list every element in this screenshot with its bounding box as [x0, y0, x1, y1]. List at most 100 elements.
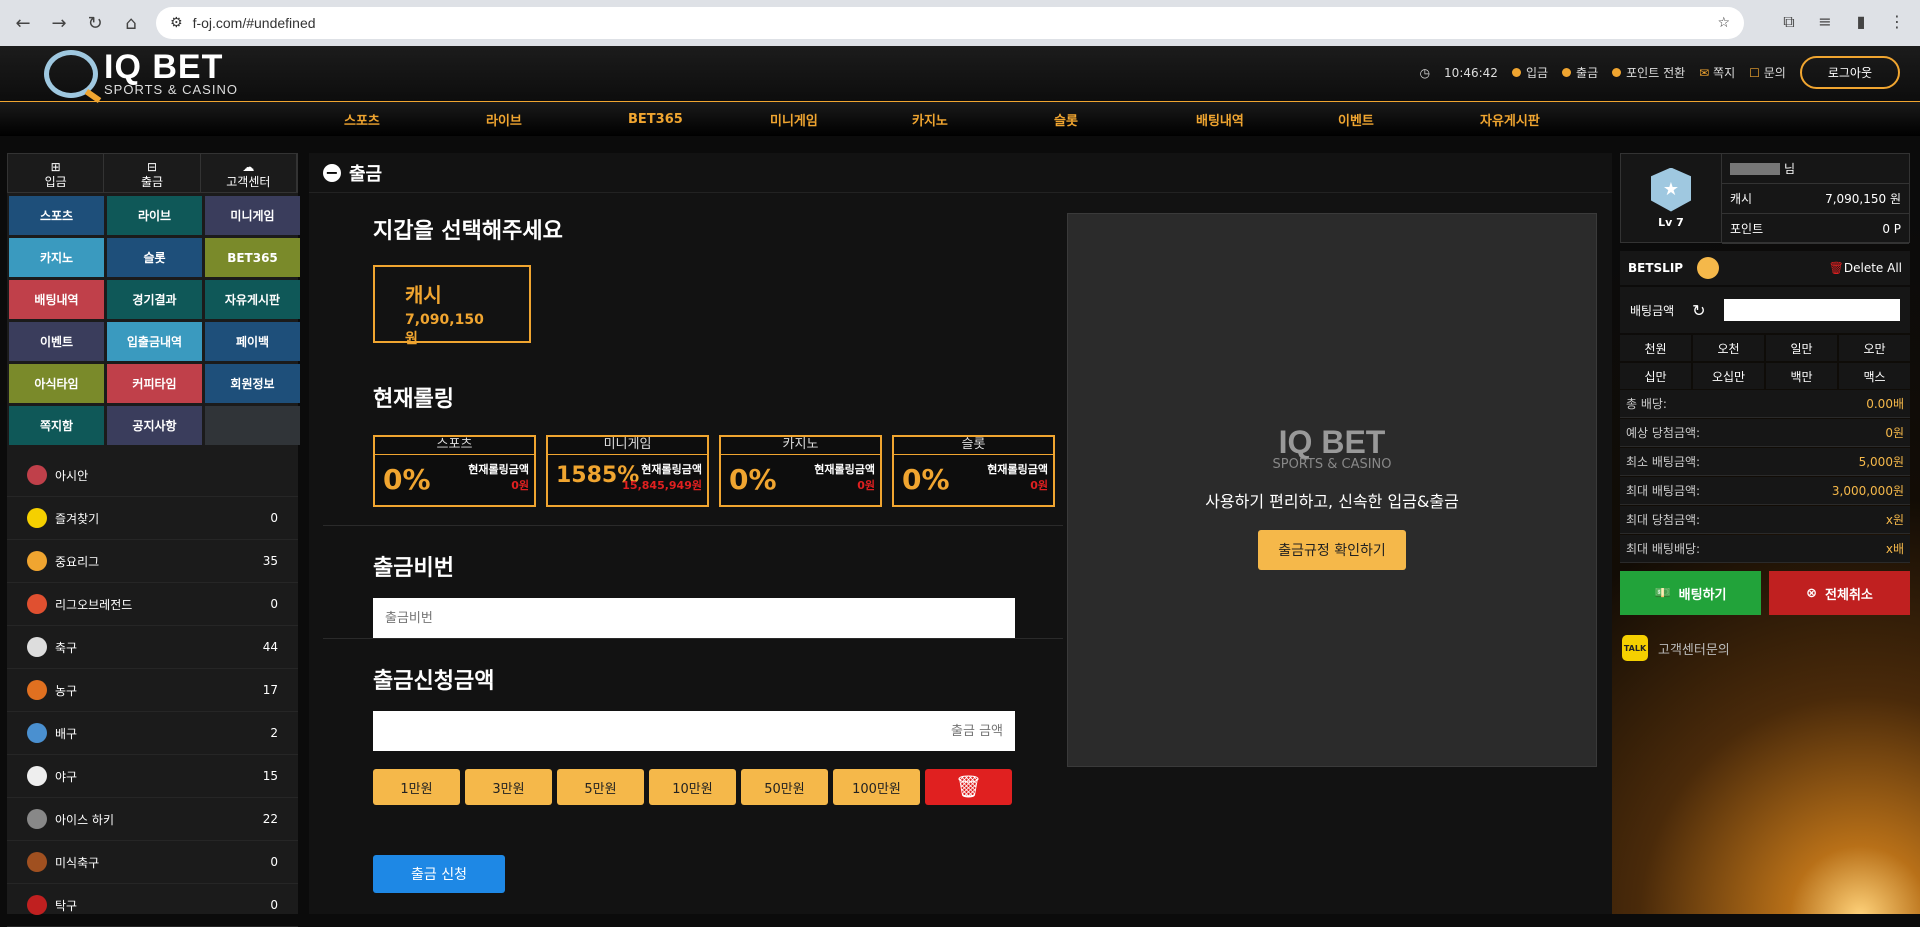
amount-button[interactable]: 3만원 — [465, 769, 552, 805]
amount-button[interactable]: 50만원 — [741, 769, 828, 805]
star-icon — [27, 508, 47, 528]
wallet-cash[interactable]: 캐시 7,090,150 원 — [373, 265, 531, 347]
quick-amount-button[interactable]: 일만 — [1766, 335, 1837, 361]
extensions-icon[interactable]: ⧉ — [1778, 12, 1800, 34]
delete-all-button[interactable]: 🗑Delete All — [1829, 261, 1902, 275]
menu-grid-item[interactable]: 카지노 — [9, 238, 104, 277]
quick-amount-button[interactable]: 백만 — [1766, 363, 1837, 389]
league-item[interactable]: 즐겨찾기 0 — [7, 497, 298, 540]
rolling-label: 현재롤링금액 15,845,949원 — [622, 461, 702, 493]
site-logo[interactable]: IQ BET SPORTS & CASINO — [44, 50, 238, 98]
nav-board[interactable]: 자유게시판 — [1480, 110, 1622, 129]
league-item[interactable]: 중요리그 35 — [7, 540, 298, 583]
kakaotalk-icon: TALK — [1622, 635, 1648, 661]
menu-grid-item[interactable]: 미니게임 — [205, 196, 300, 235]
quick-amount-button[interactable]: 천원 — [1620, 335, 1691, 361]
logout-button[interactable]: 로그아웃 — [1799, 56, 1900, 89]
site-info-icon[interactable]: ⚙ — [170, 15, 183, 31]
bookmark-star-icon[interactable]: ☆ — [1717, 15, 1730, 31]
menu-grid-item[interactable]: 회원정보 — [205, 364, 300, 403]
header-link-deposit[interactable]: 입금 — [1511, 64, 1548, 81]
refresh-icon[interactable]: ↻ — [1692, 301, 1705, 320]
menu-grid-item[interactable]: 입출금내역 — [107, 322, 202, 361]
amount-button[interactable]: 5만원 — [557, 769, 644, 805]
amount-button[interactable]: 100만원 — [833, 769, 920, 805]
wallet-heading: 지갑을 선택해주세요 — [373, 219, 563, 244]
clear-amount-trash-icon[interactable]: 🗑 — [925, 769, 1012, 805]
kakaotalk-support[interactable]: TALK 고객센터문의 — [1620, 635, 1910, 661]
league-item[interactable]: 아시안 — [7, 454, 298, 497]
league-item[interactable]: 탁구 0 — [7, 884, 298, 927]
header-link-inquiry[interactable]: ☐ 문의 — [1749, 64, 1786, 81]
chat-bubble-icon: ☁ — [242, 160, 255, 174]
hockey-icon — [27, 809, 47, 829]
media-icon[interactable]: ≡ — [1814, 12, 1836, 34]
header-time: 10:46:42 — [1444, 65, 1498, 80]
reload-icon[interactable]: ↻ — [84, 13, 106, 34]
league-item[interactable]: 농구 17 — [7, 669, 298, 712]
league-item[interactable]: 배구 2 — [7, 712, 298, 755]
menu-grid-item[interactable]: 슬롯 — [107, 238, 202, 277]
nav-casino[interactable]: 카지노 — [912, 110, 1054, 129]
tab-support[interactable]: ☁ 고객센터 — [201, 154, 297, 192]
back-icon[interactable]: ← — [12, 13, 34, 34]
url-text[interactable]: f-oj.com/#undefined — [193, 15, 1708, 31]
league-name: 미식축구 — [55, 855, 100, 870]
menu-grid-item[interactable]: BET365 — [205, 238, 300, 277]
level-badge-icon: ★ — [1651, 167, 1691, 212]
menu-grid-item[interactable]: 공지사항 — [107, 406, 202, 445]
menu-grid-item[interactable]: 라이브 — [107, 196, 202, 235]
bet-amount-input[interactable] — [1723, 299, 1900, 321]
menu-grid-item[interactable]: 이벤트 — [9, 322, 104, 361]
forward-icon[interactable]: → — [48, 13, 70, 34]
league-item[interactable]: 아이스 하키 22 — [7, 798, 298, 841]
withdraw-amount-input[interactable] — [373, 711, 1015, 751]
menu-grid-item[interactable]: 경기결과 — [107, 280, 202, 319]
menu-grid-item — [205, 406, 300, 445]
sidepanel-icon[interactable]: ▮ — [1850, 12, 1872, 34]
quick-amount-button[interactable]: 오십만 — [1693, 363, 1764, 389]
tab-withdraw[interactable]: ⊟ 출금 — [104, 154, 201, 192]
nav-live[interactable]: 라이브 — [486, 110, 628, 129]
amount-button[interactable]: 10만원 — [649, 769, 736, 805]
withdraw-submit-button[interactable]: 출금 신청 — [373, 855, 505, 893]
stat-row: 최소 배팅금액: 5,000원 — [1620, 448, 1910, 476]
tab-deposit[interactable]: ⊞ 입금 — [8, 154, 105, 192]
amount-button[interactable]: 1만원 — [373, 769, 460, 805]
quick-amount-button[interactable]: 십만 — [1620, 363, 1691, 389]
quick-amount-button[interactable]: 오천 — [1693, 335, 1764, 361]
cancel-all-button[interactable]: ⊗ 전체취소 — [1769, 571, 1910, 615]
nav-slot[interactable]: 슬롯 — [1054, 110, 1196, 129]
stat-row: 예상 당첨금액: 0원 — [1620, 419, 1910, 447]
league-item[interactable]: 미식축구 0 — [7, 841, 298, 884]
menu-grid-item[interactable]: 스포츠 — [9, 196, 104, 235]
quick-amount-button[interactable]: 맥스 — [1839, 363, 1910, 389]
menu-icon[interactable]: ⋮ — [1886, 12, 1908, 34]
header-link-message[interactable]: ✉ 쪽지 — [1699, 64, 1735, 81]
menu-grid-item[interactable]: 아식타임 — [9, 364, 104, 403]
menu-grid-item[interactable]: 자유게시판 — [205, 280, 300, 319]
league-item[interactable]: 리그오브레전드 0 — [7, 583, 298, 626]
nav-bet365[interactable]: BET365 — [628, 112, 770, 127]
league-count: 2 — [270, 726, 278, 740]
league-item[interactable]: 야구 15 — [7, 755, 298, 798]
menu-grid-item[interactable]: 페이백 — [205, 322, 300, 361]
promo-logo: IQ BET — [1278, 424, 1386, 460]
header-link-point[interactable]: 포인트 전환 — [1612, 64, 1685, 81]
nav-bet-history[interactable]: 배팅내역 — [1196, 110, 1338, 129]
withdraw-rules-button[interactable]: 출금규정 확인하기 — [1258, 530, 1406, 570]
address-bar[interactable]: ⚙ f-oj.com/#undefined ☆ — [156, 7, 1744, 39]
menu-grid-item[interactable]: 쪽지함 — [9, 406, 104, 445]
nav-event[interactable]: 이벤트 — [1338, 110, 1480, 129]
nav-minigame[interactable]: 미니게임 — [770, 110, 912, 129]
league-item[interactable]: 축구 44 — [7, 626, 298, 669]
nav-sports[interactable]: 스포츠 — [344, 110, 486, 129]
place-bet-button[interactable]: 💵 배팅하기 — [1620, 571, 1761, 615]
menu-grid-item[interactable]: 배팅내역 — [9, 280, 104, 319]
header-link-withdraw[interactable]: 출금 — [1562, 64, 1598, 81]
trophy-icon — [27, 551, 47, 571]
home-icon[interactable]: ⌂ — [120, 13, 142, 34]
quick-amount-button[interactable]: 오만 — [1839, 335, 1910, 361]
menu-grid-item[interactable]: 커피타임 — [107, 364, 202, 403]
withdraw-password-input[interactable] — [373, 598, 1015, 638]
